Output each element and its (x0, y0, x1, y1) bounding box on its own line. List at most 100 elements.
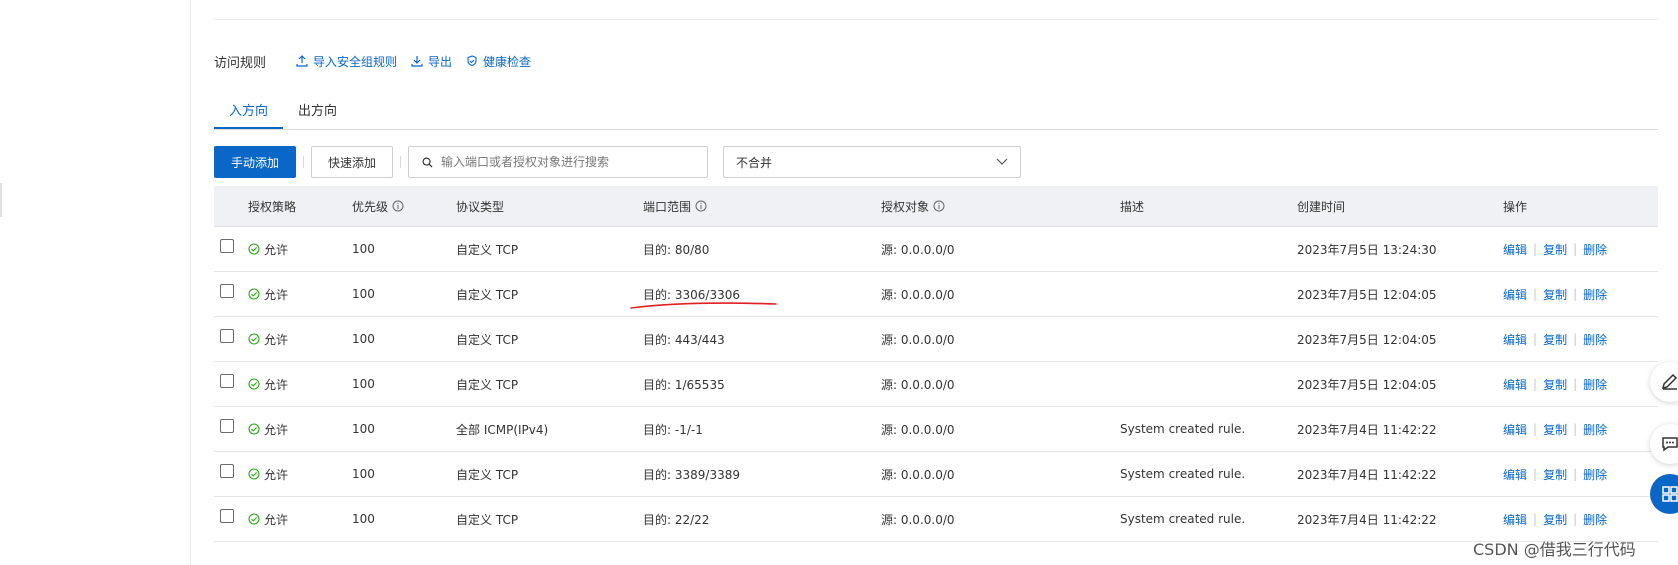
copy-link[interactable]: 复制 (1543, 376, 1567, 393)
protocol-cell: 全部 ICMP(IPv4) (456, 406, 643, 452)
merge-select[interactable]: 不合并 (723, 146, 1021, 178)
copy-link[interactable]: 复制 (1543, 421, 1567, 438)
row-checkbox[interactable] (220, 239, 234, 253)
check-circle-icon (248, 333, 260, 345)
table-row: 允许 100 全部 ICMP(IPv4) 目的: -1/-1 源: 0.0.0.… (214, 406, 1658, 452)
merge-select-value: 不合并 (736, 155, 773, 170)
tab-outbound[interactable]: 出方向 (298, 100, 337, 119)
delete-link[interactable]: 删除 (1583, 511, 1607, 528)
protocol-cell: 自定义 TCP (456, 451, 643, 497)
created-time-cell: 2023年7月5日 12:04:05 (1297, 316, 1503, 362)
edit-link[interactable]: 编辑 (1503, 331, 1527, 348)
row-checkbox[interactable] (220, 509, 234, 523)
priority-cell: 100 (352, 496, 456, 542)
port-cell: 目的: 443/443 (643, 316, 881, 362)
tab-inbound[interactable]: 入方向 (213, 100, 284, 129)
table-row: 允许 100 自定义 TCP 目的: 22/22 源: 0.0.0.0/0 Sy… (214, 496, 1658, 542)
edit-link[interactable]: 编辑 (1503, 241, 1527, 258)
download-icon (411, 56, 423, 67)
protocol-cell: 自定义 TCP (456, 496, 643, 542)
toolbar-separator (303, 156, 304, 168)
policy-text: 允许 (264, 512, 289, 527)
delete-link[interactable]: 删除 (1583, 331, 1607, 348)
health-check-link[interactable]: 健康检查 (466, 53, 531, 70)
toolbar-separator (400, 156, 401, 168)
column-header-protocol: 协议类型 (456, 199, 505, 214)
priority-cell: 100 (352, 361, 456, 407)
copy-link[interactable]: 复制 (1543, 331, 1567, 348)
edit-link[interactable]: 编辑 (1503, 466, 1527, 483)
search-input[interactable] (439, 154, 693, 170)
description-cell: System created rule. (1120, 496, 1297, 542)
created-time-cell: 2023年7月4日 11:42:22 (1297, 451, 1503, 497)
source-cell: 源: 0.0.0.0/0 (881, 406, 1120, 452)
top-divider (214, 19, 1658, 20)
row-checkbox[interactable] (220, 464, 234, 478)
copy-link[interactable]: 复制 (1543, 466, 1567, 483)
apps-icon (1662, 486, 1678, 502)
search-icon (422, 157, 433, 168)
check-circle-icon (248, 468, 260, 480)
check-circle-icon (248, 378, 260, 390)
info-icon[interactable] (392, 200, 404, 212)
row-checkbox[interactable] (220, 419, 234, 433)
export-link[interactable]: 导出 (411, 53, 452, 70)
row-checkbox[interactable] (220, 284, 234, 298)
copy-link[interactable]: 复制 (1543, 286, 1567, 303)
column-header-priority: 优先级 (352, 199, 389, 214)
policy-text: 允许 (264, 287, 289, 302)
source-cell: 源: 0.0.0.0/0 (881, 496, 1120, 542)
edit-link[interactable]: 编辑 (1503, 511, 1527, 528)
check-circle-icon (248, 423, 260, 435)
select-column-header (214, 186, 248, 227)
table-row: 允许 100 自定义 TCP 目的: 1/65535 源: 0.0.0.0/0 … (214, 361, 1658, 407)
delete-link[interactable]: 删除 (1583, 421, 1607, 438)
priority-cell: 100 (352, 226, 456, 272)
import-rules-link[interactable]: 导入安全组规则 (296, 53, 397, 70)
red-underline-annotation (630, 302, 777, 309)
left-sidebar (0, 0, 191, 565)
row-checkbox[interactable] (220, 374, 234, 388)
description-cell (1120, 271, 1297, 317)
copy-link[interactable]: 复制 (1543, 511, 1567, 528)
priority-cell: 100 (352, 451, 456, 497)
description-cell (1120, 361, 1297, 407)
search-box[interactable] (408, 146, 708, 178)
policy-text: 允许 (264, 332, 289, 347)
row-checkbox[interactable] (220, 329, 234, 343)
table-row: 允许 100 自定义 TCP 目的: 80/80 源: 0.0.0.0/0 20… (214, 226, 1658, 272)
info-icon[interactable] (933, 200, 945, 212)
delete-link[interactable]: 删除 (1583, 241, 1607, 258)
copy-link[interactable]: 复制 (1543, 241, 1567, 258)
port-cell: 目的: 3389/3389 (643, 451, 881, 497)
delete-link[interactable]: 删除 (1583, 286, 1607, 303)
port-cell: 目的: 1/65535 (643, 361, 881, 407)
source-cell: 源: 0.0.0.0/0 (881, 226, 1120, 272)
created-time-cell: 2023年7月5日 12:04:05 (1297, 361, 1503, 407)
priority-cell: 100 (352, 406, 456, 452)
shield-check-icon (467, 55, 477, 67)
delete-link[interactable]: 删除 (1583, 466, 1607, 483)
edit-icon (1661, 373, 1678, 390)
column-header-created: 创建时间 (1297, 199, 1346, 214)
table-row: 允许 100 自定义 TCP 目的: 3389/3389 源: 0.0.0.0/… (214, 451, 1658, 497)
port-cell: 目的: -1/-1 (643, 406, 881, 452)
check-circle-icon (248, 243, 260, 255)
edit-link[interactable]: 编辑 (1503, 376, 1527, 393)
policy-text: 允许 (264, 467, 289, 482)
delete-link[interactable]: 删除 (1583, 376, 1607, 393)
info-icon[interactable] (695, 200, 707, 212)
manual-add-button[interactable]: 手动添加 (214, 146, 296, 178)
quick-add-button[interactable]: 快速添加 (311, 146, 393, 178)
source-cell: 源: 0.0.0.0/0 (881, 271, 1120, 317)
edit-link[interactable]: 编辑 (1503, 421, 1527, 438)
table-row: 允许 100 自定义 TCP 目的: 443/443 源: 0.0.0.0/0 … (214, 316, 1658, 362)
description-cell (1120, 226, 1297, 272)
edit-link[interactable]: 编辑 (1503, 286, 1527, 303)
port-cell: 目的: 22/22 (643, 496, 881, 542)
table-row: 允许 100 自定义 TCP 目的: 3306/3306 源: 0.0.0.0/… (214, 271, 1658, 317)
column-header-description: 描述 (1120, 199, 1145, 214)
description-cell: System created rule. (1120, 406, 1297, 452)
created-time-cell: 2023年7月4日 11:42:22 (1297, 496, 1503, 542)
export-label: 导出 (428, 54, 453, 69)
